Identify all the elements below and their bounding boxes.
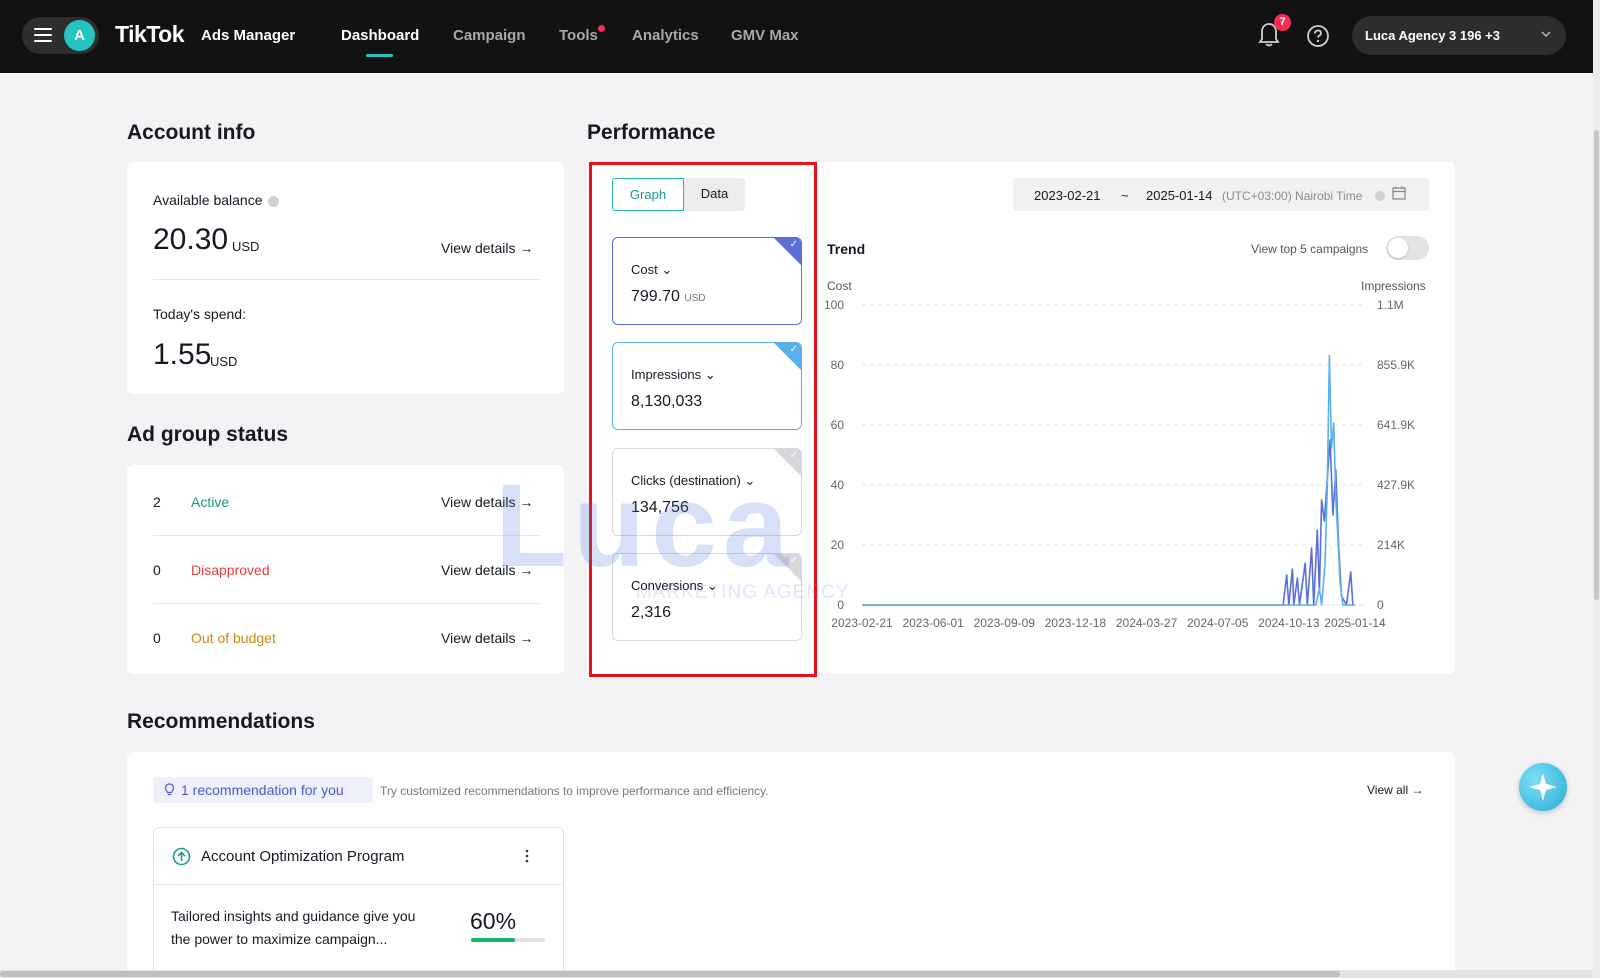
balance-unit: USD xyxy=(232,239,260,254)
series-line-cost xyxy=(862,439,1355,606)
hamburger-icon xyxy=(34,28,52,42)
x-tick-label: 2024-07-05 xyxy=(1187,616,1249,630)
vertical-scroll-thumb[interactable] xyxy=(1594,130,1599,600)
y-right-tick-label: 855.9K xyxy=(1377,358,1415,372)
horizontal-scroll-thumb[interactable] xyxy=(0,971,1340,977)
x-tick-label: 2023-09-09 xyxy=(974,616,1036,630)
left-axis-name: Cost xyxy=(827,279,852,293)
x-tick-label: 2023-12-18 xyxy=(1045,616,1107,630)
x-tick-label: 2025-01-14 xyxy=(1324,616,1386,630)
y-right-tick-label: 1.1M xyxy=(1377,298,1404,312)
tools-new-dot xyxy=(598,25,605,32)
y-left-tick-label: 80 xyxy=(831,358,845,372)
ad-group-status-title: Ad group status xyxy=(127,423,288,446)
series-line-impressions xyxy=(862,354,1355,606)
nav-campaign[interactable]: Campaign xyxy=(453,27,526,44)
chevron-down-icon xyxy=(1541,31,1551,38)
y-right-tick-label: 214K xyxy=(1377,538,1405,552)
y-right-tick-label: 0 xyxy=(1377,598,1384,612)
date-separator: ~ xyxy=(1121,188,1129,203)
brand-subtitle: Ads Manager xyxy=(201,27,296,44)
performance-title: Performance xyxy=(587,121,716,144)
date-end: 2025-01-14 xyxy=(1146,188,1213,203)
view-top5-label: View top 5 campaigns xyxy=(1251,242,1369,256)
y-left-tick-label: 0 xyxy=(837,598,844,612)
trend-chart: 0 0 20 214K 40 427.9K 60 641.9K 80 855.9K 100 1.1M 2… xyxy=(824,298,1415,630)
out-of-budget-label: Out of budget xyxy=(191,630,276,646)
nav-gmv-max[interactable]: GMV Max xyxy=(731,27,799,44)
right-axis-name: Impressions xyxy=(1361,279,1426,293)
nav-tools[interactable]: Tools xyxy=(559,27,598,44)
account-name: Luca Agency 3 196 +3 xyxy=(1365,28,1501,43)
out-of-budget-view-details-link[interactable]: View details → xyxy=(441,630,533,646)
available-balance-label: Available balance xyxy=(153,192,279,208)
recommendation-count[interactable]: 1 recommendation for you xyxy=(181,782,344,798)
nav-active-indicator xyxy=(366,54,393,57)
calendar-icon[interactable] xyxy=(1392,186,1406,200)
more-options-icon[interactable] xyxy=(524,848,530,864)
nav-analytics[interactable]: Analytics xyxy=(632,27,699,44)
divider xyxy=(154,884,563,885)
spend-value: 1.55 xyxy=(153,338,212,371)
x-tick-label: 2023-02-21 xyxy=(831,616,893,630)
menu-button[interactable]: A xyxy=(22,17,99,54)
todays-spend-label: Today's spend: xyxy=(153,306,246,322)
arrow-up-circle-icon xyxy=(172,847,191,866)
watermark-subtitle: MARKETING AGENCY xyxy=(636,582,850,603)
sparkle-icon xyxy=(1529,773,1557,801)
active-label: Active xyxy=(191,494,230,510)
y-left-tick-label: 20 xyxy=(831,538,845,552)
y-left-tick-label: 40 xyxy=(831,478,845,492)
balance-view-details-link[interactable]: View details → xyxy=(441,240,533,256)
spend-unit: USD xyxy=(210,354,238,369)
view-all-link[interactable]: View all → xyxy=(1367,783,1423,797)
notification-badge: 7 xyxy=(1274,14,1291,31)
y-right-tick-label: 641.9K xyxy=(1377,418,1415,432)
date-start: 2023-02-21 xyxy=(1034,188,1101,203)
progress-percent: 60% xyxy=(470,908,517,934)
aop-title: Account Optimization Program xyxy=(201,848,405,865)
out-of-budget-count: 0 xyxy=(153,630,161,646)
avatar[interactable]: A xyxy=(64,20,95,51)
aop-description-line2: the power to maximize campaign... xyxy=(171,931,388,947)
lightbulb-icon xyxy=(164,783,175,796)
nav-dashboard[interactable]: Dashboard xyxy=(341,27,419,44)
x-tick-label: 2024-10-13 xyxy=(1258,616,1320,630)
watermark-logo: Luca xyxy=(495,460,795,592)
aop-description-line1: Tailored insights and guidance give you xyxy=(171,908,416,924)
x-tick-label: 2024-03-27 xyxy=(1116,616,1178,630)
recommendation-description: Try customized recommendations to improv… xyxy=(380,784,769,798)
help-icon[interactable] xyxy=(1306,24,1330,48)
y-right-tick-label: 427.9K xyxy=(1377,478,1415,492)
disapproved-label: Disapproved xyxy=(191,562,270,578)
info-icon xyxy=(267,195,279,207)
account-info-title: Account info xyxy=(127,121,256,144)
divider xyxy=(153,603,540,604)
recommendations-title: Recommendations xyxy=(127,710,315,733)
active-count: 2 xyxy=(153,494,161,510)
trend-title: Trend xyxy=(827,241,866,257)
y-left-tick-label: 100 xyxy=(824,298,844,312)
balance-value: 20.30 xyxy=(153,223,229,256)
progress-bar xyxy=(471,938,545,942)
divider xyxy=(153,535,540,536)
x-tick-label: 2023-06-01 xyxy=(902,616,964,630)
info-icon xyxy=(1375,191,1385,201)
timezone-label: (UTC+03:00) Nairobi Time xyxy=(1222,189,1363,203)
y-left-tick-label: 60 xyxy=(831,418,845,432)
brand-logo: TikTok xyxy=(115,21,185,47)
progress-fill xyxy=(471,938,516,942)
divider xyxy=(153,279,540,280)
toggle-knob xyxy=(1388,238,1408,258)
disapproved-count: 0 xyxy=(153,562,161,578)
assistant-fab[interactable] xyxy=(1519,763,1567,811)
